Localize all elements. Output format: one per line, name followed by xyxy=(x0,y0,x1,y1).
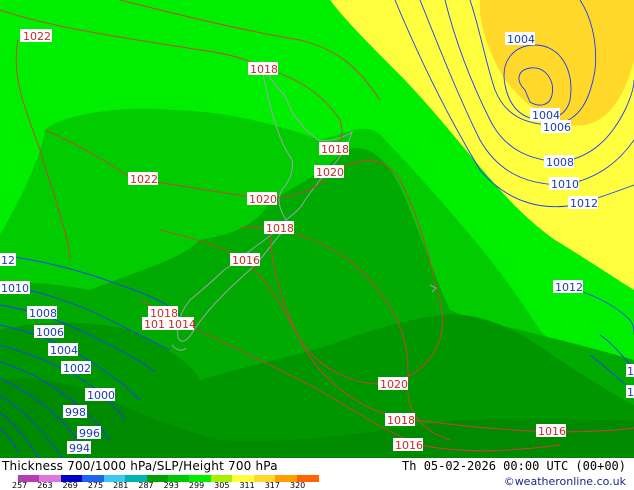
scale-tick-label: 287 xyxy=(138,481,154,490)
scale-tick-label: 311 xyxy=(239,481,255,490)
color-scale: 257 263 269 275 281 287 293 299 305 311 317 320 xyxy=(0,475,320,490)
svg-text:1022: 1022 xyxy=(23,30,51,43)
map-footer: Thickness 700/1000 hPa/SLP/Height 700 hP… xyxy=(0,458,634,490)
svg-text:998: 998 xyxy=(65,406,86,419)
svg-text:996: 996 xyxy=(79,427,100,440)
isobar-label-1000-west: 1000 xyxy=(85,388,115,402)
svg-text:1000: 1000 xyxy=(87,389,115,402)
map-valid-time: Th 05-02-2026 00:00 UTC (00+00) xyxy=(402,459,626,473)
svg-text:1016: 1016 xyxy=(232,254,260,267)
scale-tick-label: 263 xyxy=(37,481,53,490)
svg-text:1010: 1010 xyxy=(551,178,579,191)
svg-text:1020: 1020 xyxy=(249,193,277,206)
isobar-label-1020-center: 1020 xyxy=(247,192,277,206)
svg-text:1004: 1004 xyxy=(507,33,535,46)
svg-text:1016: 1016 xyxy=(395,439,423,452)
svg-text:1012: 1012 xyxy=(555,281,583,294)
isobar-label-1010-west: 1010 xyxy=(0,281,30,295)
isobar-label-1020-southeast: 1020 xyxy=(378,377,408,391)
svg-text:1006: 1006 xyxy=(543,121,571,134)
scale-tick-label: 305 xyxy=(214,481,230,490)
isobar-label-1018-southeast: 1018 xyxy=(385,413,415,427)
isobar-label-1022-west: 1022 xyxy=(128,172,158,186)
scale-tick-label: 281 xyxy=(113,481,129,490)
svg-text:1018: 1018 xyxy=(321,143,349,156)
isobar-label-998-west: 998 xyxy=(63,405,87,419)
svg-text:1004: 1004 xyxy=(50,344,78,357)
map-title: Thickness 700/1000 hPa/SLP/Height 700 hP… xyxy=(2,459,278,473)
isobar-label-1-east-b: 1 xyxy=(626,385,634,399)
isobar-label-1004-center: 1004 xyxy=(530,108,560,122)
svg-text:1: 1 xyxy=(627,386,634,399)
svg-text:1020: 1020 xyxy=(380,378,408,391)
svg-text:1: 1 xyxy=(627,365,634,378)
isobar-label-1020-east: 1020 xyxy=(314,165,344,179)
isobar-label-1008-west: 1008 xyxy=(27,306,57,320)
svg-text:994: 994 xyxy=(69,442,90,455)
isobar-label-1018-center: 1018 xyxy=(264,221,294,235)
isobar-label-1010-ne: 1010 xyxy=(549,177,579,191)
svg-text:1018: 1018 xyxy=(387,414,415,427)
svg-text:1002: 1002 xyxy=(63,362,91,375)
isobar-label-1018-north: 1018 xyxy=(248,62,278,76)
svg-text:1022: 1022 xyxy=(130,173,158,186)
isobar-label-1008-ne: 1008 xyxy=(544,155,574,169)
isobar-label-1016-bottom: 1016 xyxy=(393,438,423,452)
scale-tick-label: 257 xyxy=(12,481,28,490)
isobar-label-1006-west: 1006 xyxy=(34,325,64,339)
isobar-label-1016-bottom-right: 1016 xyxy=(536,424,566,438)
isobar-label-1-east-a: 1 xyxy=(626,364,634,378)
scale-tick-label: 275 xyxy=(87,481,104,490)
isobar-label-1002-west: 1002 xyxy=(61,361,91,375)
svg-text:1016: 1016 xyxy=(538,425,566,438)
credit-link[interactable]: ©weatheronline.co.uk xyxy=(504,475,626,488)
isobar-label-1014-south: 1014 xyxy=(166,317,196,331)
isobar-label-1004-west: 1004 xyxy=(48,343,78,357)
isobar-label-1006: 1006 xyxy=(541,120,571,134)
isobar-label-1012-east: 1012 xyxy=(553,280,583,294)
isobar-label-994-west: 994 xyxy=(67,441,91,455)
svg-text:1020: 1020 xyxy=(316,166,344,179)
svg-text:1008: 1008 xyxy=(29,307,57,320)
svg-text:1008: 1008 xyxy=(546,156,574,169)
scale-tick-label: 317 xyxy=(264,481,280,490)
scale-tick-label: 320 xyxy=(290,481,306,490)
svg-text:12: 12 xyxy=(1,254,15,267)
isobar-label-1016-center: 1016 xyxy=(230,253,260,267)
isobar-label-996-west: 996 xyxy=(77,426,101,440)
isobar-label-1022-nw: 1022 xyxy=(20,29,52,43)
svg-text:1018: 1018 xyxy=(266,222,294,235)
isobar-label-12-west: 12 xyxy=(0,253,16,267)
isobar-label-1004-top: 1004 xyxy=(505,32,535,46)
svg-text:1006: 1006 xyxy=(36,326,64,339)
scale-tick-label: 269 xyxy=(62,481,78,490)
svg-text:1012: 1012 xyxy=(570,197,598,210)
weather-map: 1022 1018 1018 1020 1022 1020 1018 1016 … xyxy=(0,0,634,458)
svg-text:1014: 1014 xyxy=(168,318,196,331)
scale-tick-label: 299 xyxy=(188,481,205,490)
svg-text:1018: 1018 xyxy=(250,63,278,76)
isobar-label-1012-ne: 1012 xyxy=(568,196,598,210)
isobar-label-1018-east: 1018 xyxy=(319,142,349,156)
scale-tick-label: 293 xyxy=(163,481,179,490)
svg-text:1010: 1010 xyxy=(1,282,29,295)
